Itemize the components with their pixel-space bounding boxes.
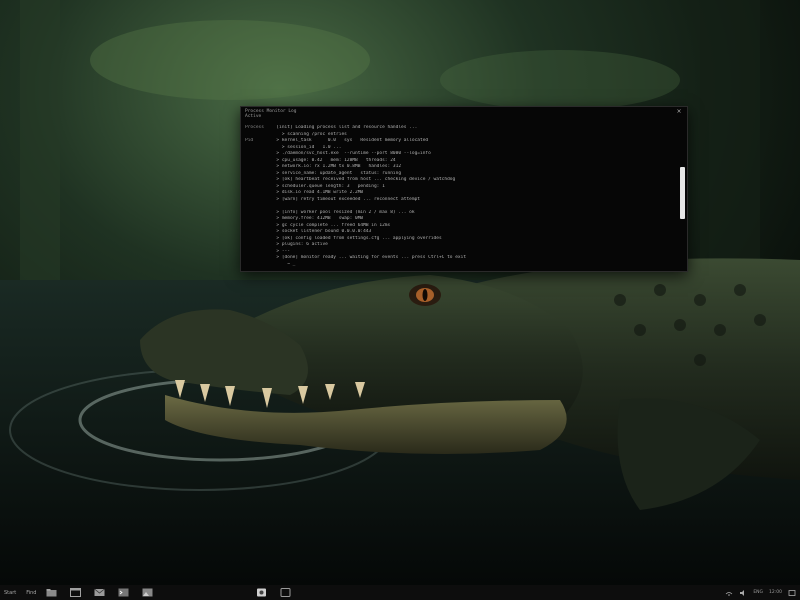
terminal-icon[interactable] <box>118 588 129 597</box>
volume-icon[interactable] <box>739 589 747 597</box>
terminal-scrollbar[interactable] <box>680 167 685 219</box>
language-indicator[interactable]: ENG <box>753 590 763 595</box>
network-icon[interactable] <box>725 589 733 597</box>
browser-icon[interactable] <box>70 588 82 597</box>
terminal-line-prefix <box>245 262 271 268</box>
pinned-app-icon[interactable] <box>280 588 291 597</box>
terminal-line-text: ~ _ <box>271 261 296 267</box>
photos-icon[interactable] <box>142 588 153 597</box>
file-explorer-icon[interactable] <box>46 588 57 597</box>
desktop: Process Monitor Log Active × Process [in… <box>0 0 800 600</box>
close-icon[interactable]: × <box>675 109 683 115</box>
system-tray: ENG 12:00 <box>719 589 796 597</box>
wallpaper-alligator <box>0 0 800 600</box>
mail-icon[interactable] <box>94 588 106 597</box>
terminal-output[interactable]: Process [init] Loading process list and … <box>245 125 677 267</box>
terminal-titlebar[interactable]: Process Monitor Log Active × <box>241 107 687 121</box>
taskbar: Start Find ENG 12:00 <box>0 585 800 600</box>
terminal-line: ~ _ <box>245 262 677 268</box>
active-app-icon[interactable] <box>256 588 267 597</box>
clock[interactable]: 12:00 <box>769 590 782 595</box>
notification-icon[interactable] <box>788 589 796 597</box>
start-button[interactable]: Start <box>4 590 16 596</box>
search-button[interactable]: Find <box>26 590 36 596</box>
terminal-title: Process Monitor Log Active <box>245 109 297 119</box>
terminal-window[interactable]: Process Monitor Log Active × Process [in… <box>240 106 688 272</box>
